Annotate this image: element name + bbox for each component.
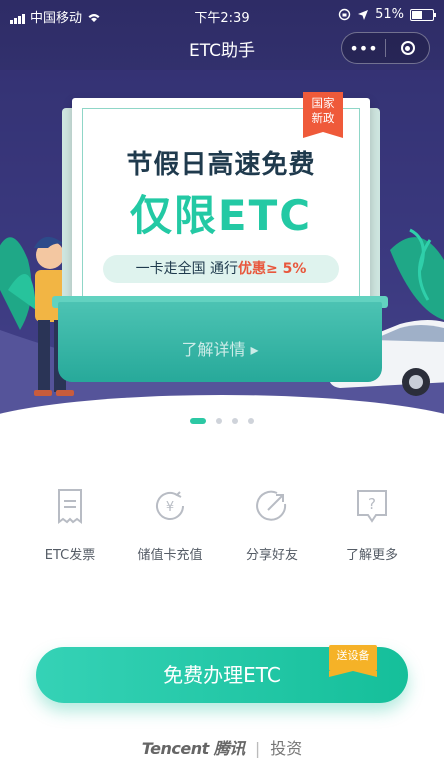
etc-invoice-button[interactable]: ETC发票 (20, 486, 120, 563)
carousel-dot[interactable] (232, 418, 238, 424)
battery-icon (410, 8, 436, 21)
free-device-tag: 送设备 (329, 645, 377, 677)
stored-value-recharge-button[interactable]: ¥ 储值卡充值 (120, 486, 220, 563)
help-icon: ? (357, 490, 387, 523)
quick-action-label: 储值卡充值 (137, 548, 203, 563)
battery-percent: 51% (375, 7, 404, 22)
carousel-dot[interactable] (190, 418, 206, 424)
receipt-icon (58, 489, 82, 524)
footer-divider: | (254, 739, 261, 758)
location-arrow-icon (358, 9, 369, 20)
close-miniprogram-icon[interactable] (386, 33, 429, 63)
hero-banner[interactable]: 国家 新政 节假日高速免费 仅限ETC 一卡走全国 通行优惠≥ 5% 了解详情 … (0, 0, 444, 440)
quick-action-label: 了解更多 (345, 548, 398, 563)
nav-bar: ETC助手 ••• (0, 30, 444, 66)
quick-action-label: 分享好友 (245, 548, 298, 563)
footer-section: 投资 (270, 739, 303, 758)
status-bar: 中国移动 下午2:39 51% (0, 0, 444, 30)
policy-badge: 国家 新政 (303, 92, 343, 138)
tencent-logo: Tencent 腾讯 (141, 739, 246, 758)
svg-text:?: ? (368, 495, 376, 513)
learn-more-button[interactable]: ? 了解更多 (322, 486, 422, 563)
learn-more-link[interactable]: 了解详情 ▸ (58, 336, 382, 360)
lock-rotation-icon (338, 8, 351, 21)
carousel-indicator (0, 418, 444, 424)
promo-pill: 一卡走全国 通行优惠≥ 5% (103, 255, 339, 283)
quick-actions: ETC发票 ¥ 储值卡充值 分享好友 ? 了解更多 (0, 486, 444, 566)
yen-recharge-icon: ¥ (156, 491, 184, 520)
miniprogram-capsule: ••• (341, 32, 430, 64)
carousel-dot[interactable] (216, 418, 222, 424)
share-icon (256, 490, 287, 521)
footer: Tencent 腾讯 | 投资 (0, 735, 444, 759)
promo-headline: 节假日高速免费 (126, 150, 316, 180)
promo-headline-etc: 仅限ETC (129, 191, 313, 240)
quick-action-label: ETC发票 (44, 548, 96, 563)
more-icon[interactable]: ••• (342, 33, 385, 63)
pill-highlight: 优惠≥ 5% (238, 261, 307, 277)
share-friends-button[interactable]: 分享好友 (222, 486, 322, 563)
carousel-dot[interactable] (248, 418, 254, 424)
pill-text: 一卡走全国 通行 (135, 261, 239, 277)
svg-text:¥: ¥ (166, 500, 174, 515)
